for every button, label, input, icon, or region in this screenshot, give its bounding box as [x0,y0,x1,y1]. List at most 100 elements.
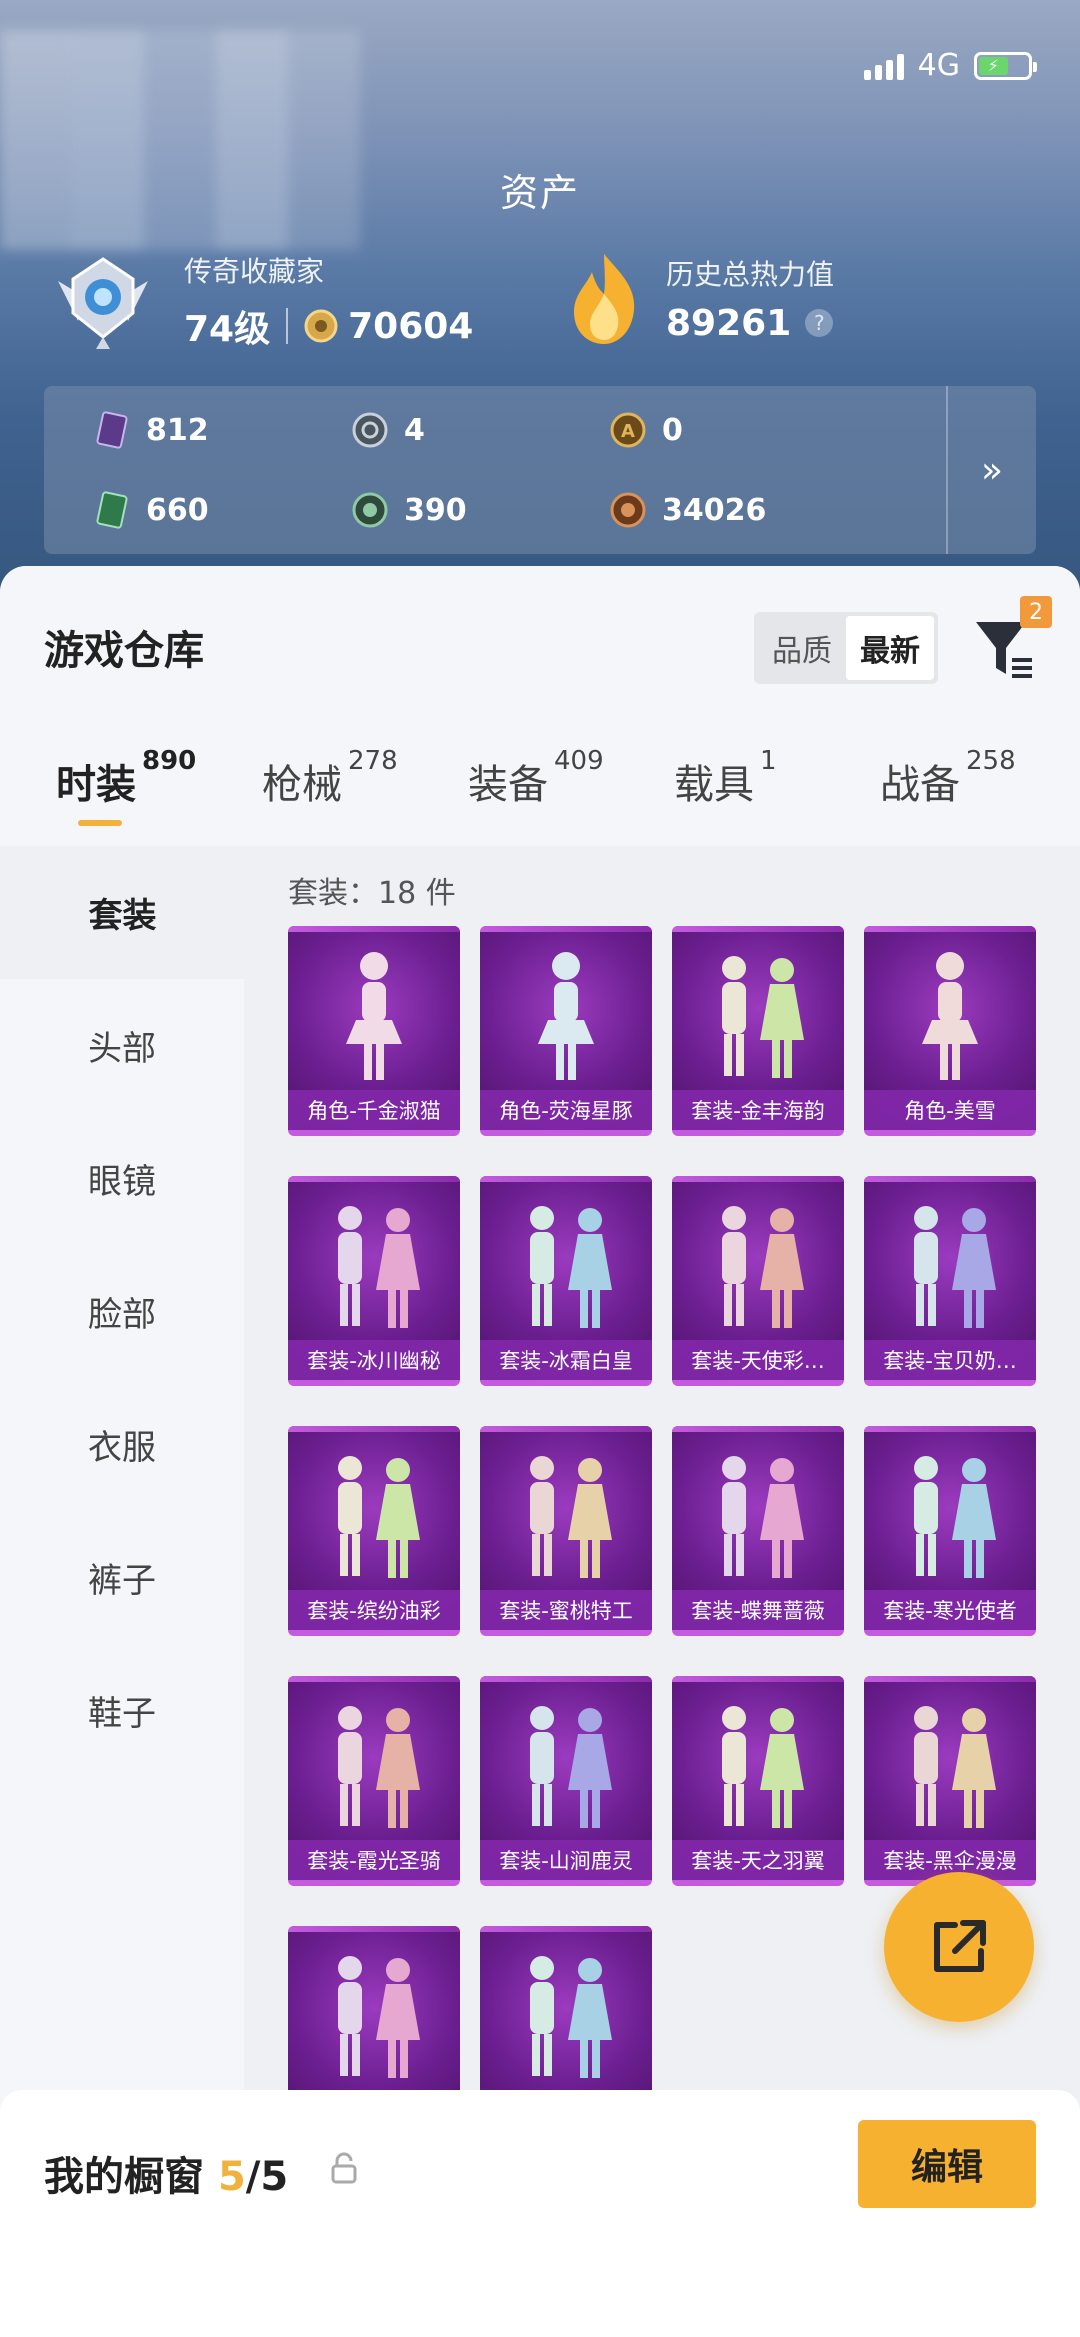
outfit-label: 套装-冰川幽秘 [288,1340,460,1380]
tab-count: 890 [142,746,197,776]
sort-quality-button[interactable]: 品质 [758,616,846,680]
outfit-card[interactable]: 角色-美雪 [864,926,1036,1136]
sidebar-item-pants[interactable]: 裤子 [0,1511,244,1644]
active-tab-indicator [78,820,122,826]
tab-label: 时装 [56,762,136,808]
outfit-figure [538,952,594,1080]
tab-label: 载具 [674,762,754,808]
tab-equipment[interactable]: 装备409 [468,746,604,810]
resource-value: 660 [146,492,209,528]
outfit-label: 角色-荧海星豚 [480,1090,652,1130]
outfit-card[interactable]: 套装-蝶舞蔷薇 [672,1426,844,1636]
resource-item: 660 [92,490,209,530]
outfit-card[interactable]: 套装-宝贝奶… [864,1176,1036,1386]
resource-value: 0 [662,412,683,448]
outfit-label: 套装-霞光圣骑 [288,1840,460,1880]
tab-count: 1 [760,746,777,776]
warehouse-panel: 游戏仓库 品质 最新 2 时装890 枪械278 装备409 载具1 战备258… [0,566,1080,2337]
outfit-card[interactable]: 套装-冰霜白皇 [480,1176,652,1386]
outfit-card[interactable]: 套装-寒光使者 [864,1426,1036,1636]
svg-text:A: A [621,421,635,442]
outfit-label: 角色-千金淑猫 [288,1090,460,1130]
outfit-figure [914,1706,996,1828]
edit-showcase-button[interactable]: 编辑 [858,2120,1036,2208]
status-bar: 4G ⚡ [863,48,1037,83]
tab-label: 枪械 [262,762,342,808]
sidebar-item-face[interactable]: 脸部 [0,1245,244,1378]
outfit-figure [722,1456,804,1578]
tab-supplies[interactable]: 战备258 [880,746,1016,810]
outfit-card[interactable]: 套装-天使彩… [672,1176,844,1386]
rank-title: 传奇收藏家 [184,255,325,288]
network-label: 4G [917,48,960,83]
outfit-label: 套装-寒光使者 [864,1590,1036,1630]
outfit-figure [530,1206,612,1328]
category-sidebar: 套装 头部 眼镜 脸部 衣服 裤子 鞋子 [0,846,245,2116]
outfit-label: 套装-天之羽翼 [672,1840,844,1880]
outfit-figure [722,956,804,1078]
showcase-count: 5 [217,2154,246,2200]
outfit-label: 套装-宝贝奶… [864,1340,1036,1380]
outfit-label: 套装-冰霜白皇 [480,1340,652,1380]
gold-coin-icon: A [610,412,646,448]
heat-section[interactable]: 历史总热力值 89261 ? [564,250,834,346]
outfit-card[interactable]: 套装-缤纷油彩 [288,1426,460,1636]
outfit-figure [914,1206,996,1328]
tab-count: 409 [554,746,604,776]
tab-label: 装备 [468,762,548,808]
outfit-card[interactable]: 角色-千金淑猫 [288,926,460,1136]
filter-button[interactable]: 2 [972,596,1052,686]
outfit-figure [530,1706,612,1828]
outfit-card[interactable]: 角色-荧海星豚 [480,926,652,1136]
sidebar-item-head[interactable]: 头部 [0,979,244,1112]
tab-guns[interactable]: 枪械278 [262,746,398,810]
coin-amount: 70604 [348,305,474,347]
outfit-label: 套装-缤纷油彩 [288,1590,460,1630]
green-card-icon [96,491,128,529]
sidebar-item-clothes[interactable]: 衣服 [0,1378,244,1511]
showcase-bar: 我的橱窗 5/5 编辑 [0,2090,1080,2337]
outfit-label: 套装-蝶舞蔷薇 [672,1590,844,1630]
silver-coin-icon [352,412,388,448]
share-button[interactable] [884,1872,1034,2022]
outfit-card[interactable]: 套装-霞光圣骑 [288,1676,460,1886]
resource-item: 4 [350,410,425,450]
sidebar-item-glasses[interactable]: 眼镜 [0,1112,244,1245]
tab-count: 278 [348,746,398,776]
bronze-coin-icon [610,492,646,528]
outfit-card[interactable]: 套装-黑伞漫漫 [864,1676,1036,1886]
rank-section[interactable]: 传奇收藏家 74级 70604 [48,250,473,352]
sidebar-item-suit[interactable]: 套装 [0,846,245,979]
outfit-card[interactable]: 套装-蜜桃特工 [480,1426,652,1636]
outfit-card[interactable]: 套装-金丰海韵 [672,926,844,1136]
green-gem-icon [352,492,388,528]
rank-badge-icon [58,257,148,349]
purple-card-icon [96,411,128,449]
outfit-card[interactable]: 套装-冰川幽秘 [288,1176,460,1386]
filter-badge: 2 [1020,596,1052,628]
help-icon[interactable]: ? [805,309,834,337]
filter-icon [976,622,1032,678]
showcase-title: 我的橱窗 5/5 [44,2144,288,2202]
share-icon [934,1920,986,1972]
outfit-figure [338,1956,420,2078]
item-count-label: 套装：18 件 [288,876,456,911]
sort-newest-button[interactable]: 最新 [846,616,934,680]
tab-vehicles[interactable]: 载具1 [674,746,777,810]
tab-fashion[interactable]: 时装890 [56,746,196,810]
resources-more-button[interactable]: » [946,386,1036,554]
tab-count: 258 [966,746,1016,776]
sort-toggle: 品质 最新 [754,612,938,684]
resource-item: 812 [92,410,209,450]
resource-panel[interactable]: 812 4 A 0 660 390 34026 » [44,386,1036,554]
outfit-card[interactable]: 套装-山涧鹿灵 [480,1676,652,1886]
showcase-total: /5 [245,2154,289,2200]
outfit-figure [338,1706,420,1828]
outfit-figure [530,1956,612,2078]
outfit-figure [530,1456,612,1578]
sidebar-item-shoes[interactable]: 鞋子 [0,1644,244,1777]
resource-item: 34026 [608,490,766,530]
outfit-card[interactable]: 套装-天之羽翼 [672,1676,844,1886]
flame-icon [574,254,635,344]
warehouse-title: 游戏仓库 [44,628,204,674]
